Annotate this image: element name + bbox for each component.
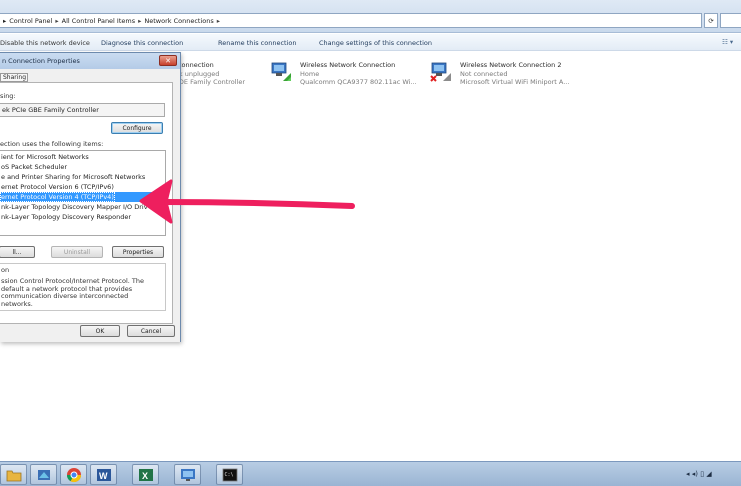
folder-icon: [6, 470, 21, 481]
taskbar: W X C:\ ◂ ◂) ▯ ◢: [0, 461, 741, 486]
svg-text:W: W: [99, 471, 108, 481]
excel-icon: X: [138, 468, 153, 481]
media-icon: [37, 469, 50, 480]
svg-text:C:\: C:\: [224, 472, 233, 478]
network-icon: [180, 468, 195, 481]
taskbar-media-button[interactable]: [30, 464, 57, 485]
command-prompt-icon: C:\: [222, 468, 237, 481]
system-tray[interactable]: ◂ ◂) ▯ ◢: [686, 470, 712, 478]
taskbar-word-button[interactable]: W: [90, 464, 117, 485]
taskbar-cmd-button[interactable]: C:\: [216, 464, 243, 485]
word-icon: W: [96, 468, 111, 481]
taskbar-chrome-button[interactable]: [60, 464, 87, 485]
taskbar-network-button[interactable]: [174, 464, 201, 485]
chrome-icon: [66, 467, 81, 482]
annotation-arrow: [139, 179, 355, 224]
svg-text:X: X: [142, 471, 148, 481]
taskbar-excel-button[interactable]: X: [132, 464, 159, 485]
taskbar-explorer-button[interactable]: [0, 464, 27, 485]
